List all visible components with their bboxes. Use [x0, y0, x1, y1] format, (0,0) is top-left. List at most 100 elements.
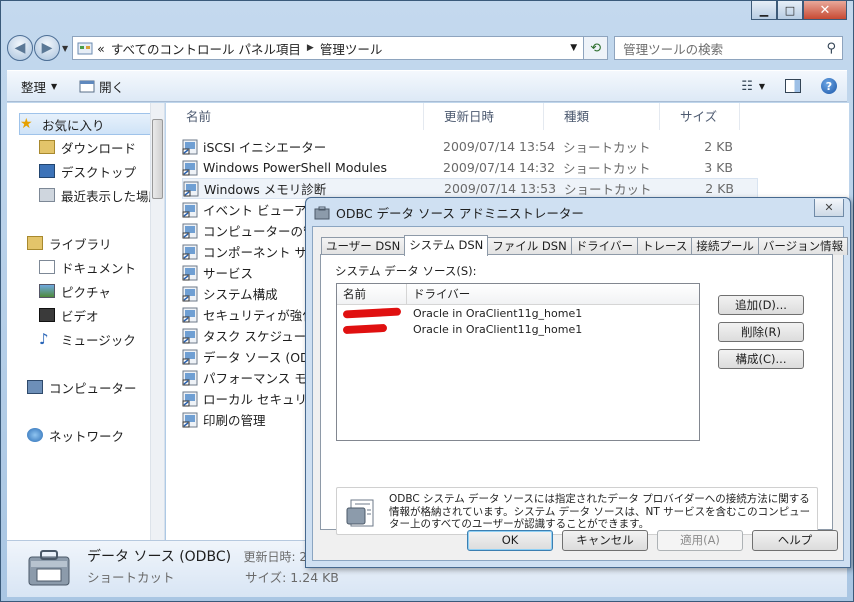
tab-1[interactable]: システム DSN [404, 235, 489, 256]
odbc-admin-dialog: ODBC データ ソース アドミニストレーター ✕ ユーザー DSN システム D… [305, 197, 851, 568]
forward-button[interactable]: ▶ [34, 35, 60, 61]
organize-button[interactable]: 整理 ▼ [21, 77, 57, 96]
odbc-datasource-icon [346, 499, 374, 527]
apply-button[interactable]: 適用(A) [657, 530, 743, 551]
close-icon: ✕ [824, 201, 834, 214]
sidebar-item-computer[interactable]: コンピューター [27, 376, 137, 398]
sidebar-item-pictures[interactable]: ピクチャ [39, 280, 111, 302]
videos-icon [39, 308, 55, 322]
sidebar-item-videos[interactable]: ビデオ [39, 304, 99, 326]
breadcrumb-admin-tools[interactable]: 管理ツール [320, 39, 383, 58]
help-button[interactable]: ヘルプ [752, 530, 838, 551]
file-name: Windows メモリ診断 [204, 182, 327, 197]
shortcut-icon [182, 223, 198, 238]
caption-buttons: ▁ □ ✕ [751, 1, 847, 20]
sidebar-item-favorites[interactable]: ★ お気に入り [19, 113, 153, 135]
back-button[interactable]: ◀ [7, 35, 33, 61]
address-dropdown-icon[interactable]: ▼ [564, 43, 583, 53]
sidebar-item-network[interactable]: ネットワーク [27, 424, 124, 446]
breadcrumb-separator-icon[interactable]: ▶ [307, 43, 314, 53]
tab-6[interactable]: バージョン情報 [757, 237, 849, 255]
column-header-modified[interactable]: 更新日時 [424, 103, 544, 130]
breadcrumb-control-panel[interactable]: すべてのコントロール パネル項目 [111, 39, 301, 58]
refresh-button[interactable]: ⟲ [584, 36, 609, 60]
tab-5[interactable]: 接続プール [691, 237, 759, 255]
system-dsn-list[interactable]: 名前 ドライバー Oracle in OraClient11g_home1 Ora… [336, 283, 700, 441]
dialog-title-bar[interactable]: ODBC データ ソース アドミニストレーター [314, 203, 584, 222]
search-input[interactable]: 管理ツールの検索 ⚲ [614, 36, 843, 60]
file-row[interactable]: Windows PowerShell Modules 2009/07/14 14:… [182, 157, 758, 178]
address-prefix[interactable]: « [97, 41, 105, 56]
libraries-icon [27, 236, 43, 250]
ok-button[interactable]: OK [467, 530, 553, 551]
column-header-name[interactable]: 名前 [166, 103, 424, 130]
recent-pages-dropdown[interactable]: ▼ [62, 44, 68, 53]
dsn-row[interactable]: Oracle in OraClient11g_home1 [337, 305, 699, 321]
open-icon [79, 80, 95, 92]
open-button[interactable]: 開く [79, 77, 124, 96]
search-icon[interactable]: ⚲ [826, 41, 836, 56]
sidebar-scrollbar[interactable] [150, 103, 164, 540]
file-row[interactable]: iSCSI イニシエーター 2009/07/14 13:54 ショートカット 2 KB [182, 136, 758, 157]
details-item-name: データ ソース (ODBC) 更新日時: 200 [87, 549, 323, 565]
file-date: 2009/07/14 13:54 [443, 139, 556, 154]
file-name: iSCSI イニシエーター [203, 140, 327, 155]
sidebar-item-libraries[interactable]: ライブラリ [27, 232, 112, 254]
cancel-button[interactable]: キャンセル [562, 530, 648, 551]
file-date: 2009/07/14 13:53 [444, 181, 557, 196]
dsn-column-name[interactable]: 名前 [337, 284, 407, 304]
sidebar-item-documents[interactable]: ドキュメント [39, 256, 136, 278]
open-label: 開く [99, 79, 125, 95]
configure-button[interactable]: 構成(C)... [718, 349, 804, 369]
preview-pane-icon[interactable] [785, 79, 801, 93]
file-size: 2 KB [704, 139, 733, 154]
odbc-icon [314, 206, 330, 219]
refresh-icon: ⟲ [590, 40, 602, 56]
info-text: ODBC システム データ ソースには指定されたデータ プロバイダーへの接続方法… [389, 493, 811, 530]
minimize-button[interactable]: ▁ [751, 1, 777, 20]
dsn-row[interactable]: Oracle in OraClient11g_home1 [337, 321, 699, 337]
close-icon: ✕ [819, 2, 831, 18]
dialog-close-button[interactable]: ✕ [814, 199, 844, 217]
tab-2[interactable]: ファイル DSN [487, 237, 572, 255]
file-type: ショートカット [564, 182, 652, 197]
dialog-body: ユーザー DSN システム DSN ファイル DSN ドライバー トレース 接続プール バー… [312, 226, 849, 561]
maximize-button[interactable]: □ [777, 1, 803, 20]
tab-4[interactable]: トレース [636, 237, 693, 255]
sidebar-item-downloads[interactable]: ダウンロード [39, 136, 136, 158]
tab-3[interactable]: ドライバー [570, 237, 638, 255]
sidebar-item-label: ネットワーク [49, 428, 125, 444]
music-note-icon: ♪ [39, 330, 49, 348]
sidebar-item-music[interactable]: ♪ ミュージック [39, 328, 136, 350]
file-type: ショートカット [563, 161, 651, 176]
address-bar[interactable]: « すべてのコントロール パネル項目 ▶ 管理ツール ▼ [72, 36, 585, 60]
back-arrow-icon: ◀ [14, 40, 26, 56]
dsn-driver: Oracle in OraClient11g_home1 [413, 306, 583, 320]
close-button[interactable]: ✕ [803, 1, 847, 20]
system-dsn-list-label: システム データ ソース(S): [335, 264, 477, 278]
file-date: 2009/07/14 14:32 [443, 160, 556, 175]
scrollbar-thumb[interactable] [152, 119, 163, 199]
computer-icon [27, 380, 43, 394]
view-dropdown-icon[interactable]: ▼ [759, 82, 765, 91]
column-header-type[interactable]: 種類 [544, 103, 660, 130]
add-button[interactable]: 追加(D)... [718, 295, 804, 315]
pictures-icon [39, 284, 55, 298]
dsn-driver: Oracle in OraClient11g_home1 [413, 322, 583, 336]
view-options-icon[interactable]: ☷ [741, 79, 753, 94]
help-icon[interactable]: ? [821, 78, 837, 94]
downloads-folder-icon [39, 140, 55, 154]
file-row[interactable]: Windows メモリ診断 2009/07/14 13:53 ショートカット 2 KB [182, 178, 758, 199]
column-header-size[interactable]: サイズ [660, 103, 740, 130]
remove-button[interactable]: 削除(R) [718, 322, 804, 342]
sidebar-item-recent-places[interactable]: 最近表示した場所 [39, 184, 161, 206]
file-name: Windows PowerShell Modules [203, 160, 387, 175]
forward-arrow-icon: ▶ [41, 40, 53, 56]
navigation-pane: ★ お気に入り ダウンロード デスクトップ 最近表示した場所 ライブラリ ドキュ… [7, 103, 165, 540]
documents-icon [39, 260, 55, 274]
dsn-column-driver[interactable]: ドライバー [407, 284, 699, 304]
sidebar-item-desktop[interactable]: デスクトップ [39, 160, 136, 182]
tab-0[interactable]: ユーザー DSN [321, 237, 406, 255]
file-type: ショートカット [563, 140, 651, 155]
shortcut-icon [182, 412, 198, 427]
